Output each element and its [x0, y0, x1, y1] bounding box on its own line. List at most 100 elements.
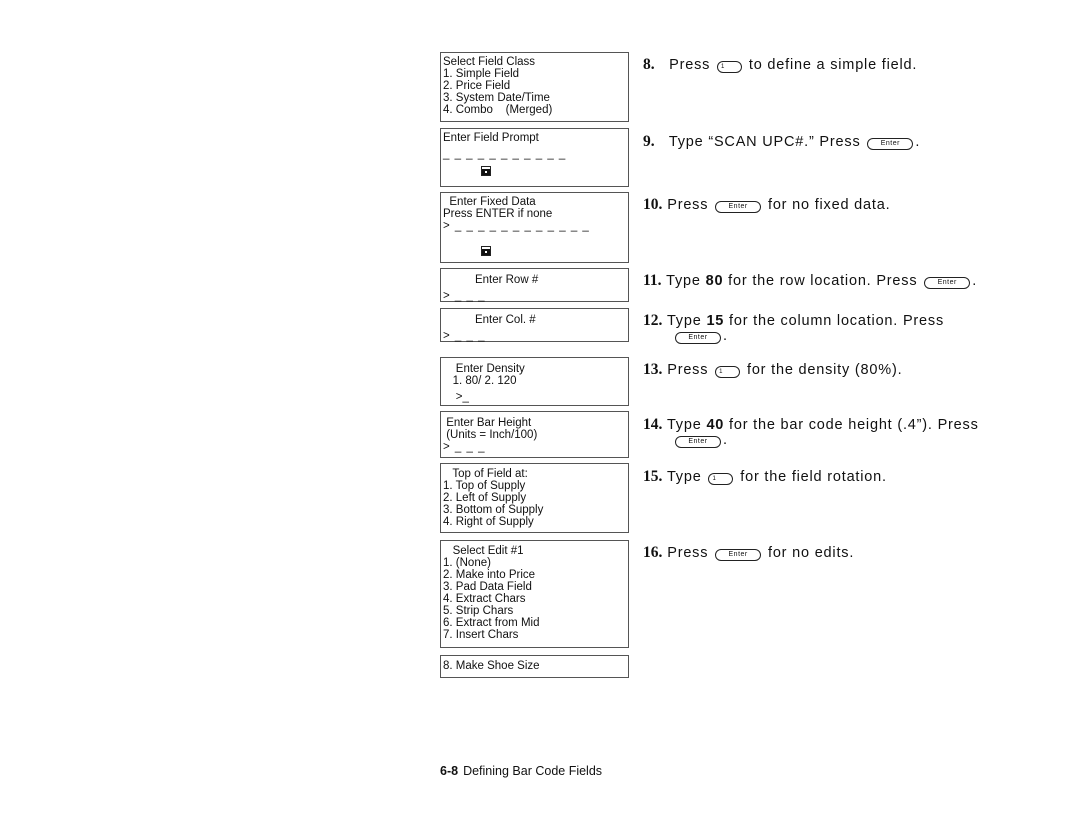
input-placeholder: > _ _ _	[443, 290, 486, 302]
screen-line: 1. Simple Field	[443, 68, 520, 80]
step-text: .	[723, 328, 728, 344]
screen-line: 8. Make Shoe Size	[443, 660, 540, 672]
enter-key-icon: Enter	[867, 138, 914, 150]
input-placeholder: >_	[443, 391, 469, 403]
step-text: for the column location. Press	[729, 313, 945, 329]
screen-line: 4. Right of Supply	[443, 516, 534, 528]
screen-line: 4. Extract Chars	[443, 593, 526, 605]
step-text: Type “SCAN UPC#.” Press	[668, 134, 861, 150]
screen-enter-density: Enter Density 1. 80/ 2. 120 >_	[440, 357, 629, 406]
enter-key-icon: Enter	[715, 201, 762, 213]
step-number: 9.	[643, 133, 655, 150]
input-placeholder: > _ _ _	[443, 330, 486, 342]
screen-line: Enter Col. #	[443, 314, 536, 326]
step-continuation: Enter.	[643, 328, 944, 344]
screen-line: Select Edit #1	[443, 545, 524, 557]
screen-enter-field-prompt: Enter Field Prompt _ _ _ _ _ _ _ _ _ _ _	[440, 128, 629, 187]
step-16: 16. Press Enter for no edits.	[643, 544, 854, 562]
step-text: Type	[666, 469, 702, 485]
step-text: .	[972, 273, 978, 289]
screen-line: Enter Bar Height	[443, 417, 532, 429]
step-text: Type	[666, 417, 702, 433]
enter-key-icon: Enter	[924, 277, 971, 289]
step-text: .	[915, 134, 921, 150]
screen-select-edit: Select Edit #1 1. (None) 2. Make into Pr…	[440, 540, 629, 648]
cursor-icon	[481, 246, 491, 256]
step-text: Type	[666, 273, 701, 289]
screen-line: 2. Make into Price	[443, 569, 536, 581]
page-footer: 6-8 Defining Bar Code Fields	[440, 764, 602, 778]
step-12: 12. Type 15 for the column location. Pre…	[643, 312, 944, 344]
enter-key-icon: Enter	[715, 549, 762, 561]
key-1-icon: 1	[708, 473, 734, 485]
step-number: 8.	[643, 56, 655, 73]
step-number: 10.	[643, 196, 663, 213]
section-title: Defining Bar Code Fields	[463, 764, 603, 778]
screen-line: 3. Bottom of Supply	[443, 504, 544, 516]
step-11: 11. Type 80 for the row location. Press …	[643, 272, 977, 290]
screen-line: Select Field Class	[443, 56, 536, 68]
screen-line: Press ENTER if none	[443, 208, 553, 220]
page-number: 6-8	[440, 764, 459, 778]
screen-line: Enter Field Prompt	[443, 132, 539, 144]
screen-line: 7. Insert Chars	[443, 629, 519, 641]
step-text: for the field rotation.	[740, 469, 887, 485]
step-text: Press	[667, 362, 709, 378]
step-value: 80	[705, 273, 724, 289]
step-text: Press	[667, 197, 709, 213]
step-text: for the bar code height (.4”). Press	[729, 417, 979, 433]
step-number: 16.	[643, 544, 663, 561]
screen-enter-fixed-data: Enter Fixed Data Press ENTER if none > _…	[440, 192, 629, 263]
step-text: .	[723, 432, 728, 448]
step-continuation: Enter.	[643, 432, 979, 448]
step-text: Type	[666, 313, 702, 329]
screen-line: 3. System Date/Time	[443, 92, 550, 104]
screen-line: 2. Price Field	[443, 80, 511, 92]
screen-line: 5. Strip Chars	[443, 605, 514, 617]
step-number: 15.	[643, 468, 663, 485]
screen-line: 2. Left of Supply	[443, 492, 527, 504]
step-text: Press	[669, 57, 711, 73]
screen-enter-bar-height: Enter Bar Height (Units = Inch/100) > _ …	[440, 411, 629, 458]
screen-line: Enter Density	[443, 363, 525, 375]
step-text: Press	[667, 545, 709, 561]
step-13: 13. Press 1 for the density (80%).	[643, 361, 902, 379]
step-text: for no edits.	[767, 545, 855, 561]
step-9: 9. Type “SCAN UPC#.” Press Enter.	[643, 133, 920, 151]
step-number: 11.	[643, 272, 662, 289]
enter-key-icon: Enter	[675, 436, 721, 448]
input-placeholder: > _ _ _	[443, 441, 486, 453]
step-value: 15	[706, 313, 725, 329]
step-number: 14.	[643, 416, 663, 433]
screen-line: 1. (None)	[443, 557, 491, 569]
screen-top-of-field: Top of Field at: 1. Top of Supply 2. Lef…	[440, 463, 629, 533]
screen-make-shoe-size: 8. Make Shoe Size	[440, 655, 629, 678]
screen-line: Enter Fixed Data	[443, 196, 536, 208]
enter-key-icon: Enter	[675, 332, 721, 344]
screen-enter-col: Enter Col. # > _ _ _	[440, 308, 629, 342]
screen-line: 3. Pad Data Field	[443, 581, 532, 593]
step-value: 40	[706, 417, 725, 433]
screen-line: (Units = Inch/100)	[443, 429, 538, 441]
screen-enter-row: Enter Row # > _ _ _	[440, 268, 629, 302]
screen-line: 4. Combo (Merged)	[443, 104, 553, 116]
screen-line: 1. Top of Supply	[443, 480, 526, 492]
screen-line: 1. 80/ 2. 120	[443, 375, 517, 387]
screen-select-field-class: Select Field Class 1. Simple Field 2. Pr…	[440, 52, 629, 122]
cursor-icon	[481, 166, 491, 176]
key-1-icon: 1	[715, 366, 741, 378]
step-10: 10. Press Enter for no fixed data.	[643, 196, 890, 214]
screen-line: Top of Field at:	[443, 468, 528, 480]
step-text: to define a simple field.	[748, 57, 918, 73]
step-number: 12.	[643, 312, 663, 329]
step-number: 13.	[643, 361, 663, 378]
screen-line: 6. Extract from Mid	[443, 617, 540, 629]
step-8: 8. Press 1 to define a simple field.	[643, 56, 917, 74]
step-14: 14. Type 40 for the bar code height (.4”…	[643, 416, 979, 448]
key-1-icon: 1	[717, 61, 743, 73]
step-text: for no fixed data.	[767, 197, 891, 213]
screen-line: Enter Row #	[443, 274, 539, 286]
input-placeholder: _ _ _ _ _ _ _ _ _ _ _	[443, 148, 567, 160]
step-text: for the density (80%).	[746, 362, 903, 378]
step-15: 15. Type 1 for the field rotation.	[643, 468, 887, 486]
